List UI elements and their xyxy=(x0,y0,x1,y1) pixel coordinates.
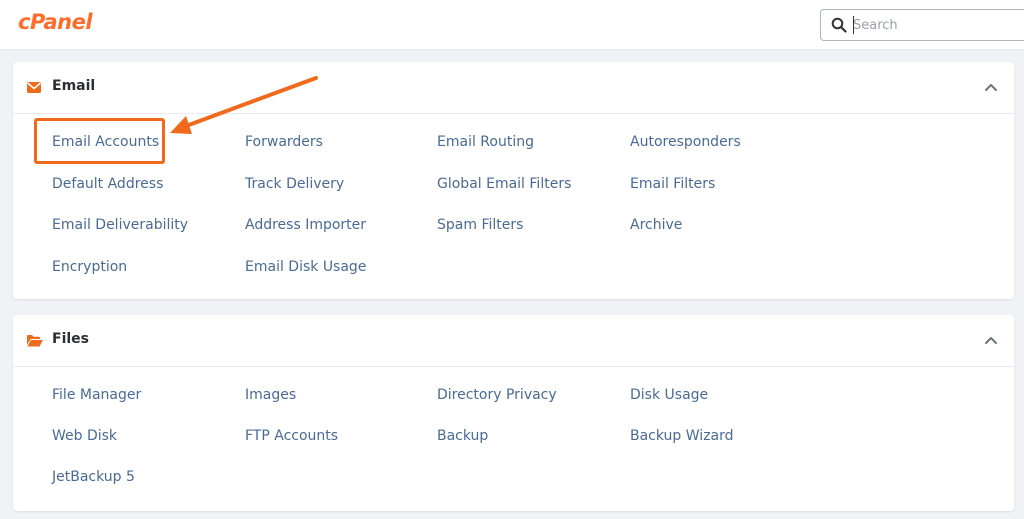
cpanel-logo[interactable]: cPanel xyxy=(18,10,93,34)
web-disk-link[interactable]: Web Disk xyxy=(52,427,117,445)
search-box[interactable] xyxy=(820,9,1024,41)
directory-privacy-link[interactable]: Directory Privacy xyxy=(437,386,557,404)
envelope-icon xyxy=(27,82,42,93)
archive-link[interactable]: Archive xyxy=(630,216,682,234)
email-section-title: Email xyxy=(52,78,96,94)
annotation-arrow-icon xyxy=(170,76,318,134)
annotation-highlight-box xyxy=(34,118,165,164)
chevron-up-icon[interactable] xyxy=(984,82,998,92)
email-disk-usage-link[interactable]: Email Disk Usage xyxy=(245,258,366,276)
email-routing-link[interactable]: Email Routing xyxy=(437,133,534,151)
file-manager-link[interactable]: File Manager xyxy=(52,386,141,404)
folder-open-icon xyxy=(27,335,43,347)
global-email-filters-link[interactable]: Global Email Filters xyxy=(437,175,571,193)
spam-filters-link[interactable]: Spam Filters xyxy=(437,216,523,234)
backup-link[interactable]: Backup xyxy=(437,427,488,445)
files-section: Files File Manager Images Directory Priv… xyxy=(13,315,1014,511)
disk-usage-link[interactable]: Disk Usage xyxy=(630,386,708,404)
files-section-header[interactable]: Files xyxy=(13,315,1014,367)
ftp-accounts-link[interactable]: FTP Accounts xyxy=(245,427,338,445)
search-icon xyxy=(831,17,847,33)
email-deliverability-link[interactable]: Email Deliverability xyxy=(52,216,188,234)
address-importer-link[interactable]: Address Importer xyxy=(245,216,366,234)
search-input[interactable] xyxy=(853,14,1024,36)
track-delivery-link[interactable]: Track Delivery xyxy=(245,175,344,193)
images-link[interactable]: Images xyxy=(245,386,296,404)
chevron-up-icon[interactable] xyxy=(984,335,998,345)
top-bar: cPanel xyxy=(0,0,1024,50)
encryption-link[interactable]: Encryption xyxy=(52,258,127,276)
text-cursor xyxy=(853,16,854,34)
jetbackup-link[interactable]: JetBackup 5 xyxy=(52,468,135,486)
files-section-title: Files xyxy=(52,331,89,347)
email-filters-link[interactable]: Email Filters xyxy=(630,175,715,193)
backup-wizard-link[interactable]: Backup Wizard xyxy=(630,427,734,445)
autoresponders-link[interactable]: Autoresponders xyxy=(630,133,741,151)
default-address-link[interactable]: Default Address xyxy=(52,175,163,193)
